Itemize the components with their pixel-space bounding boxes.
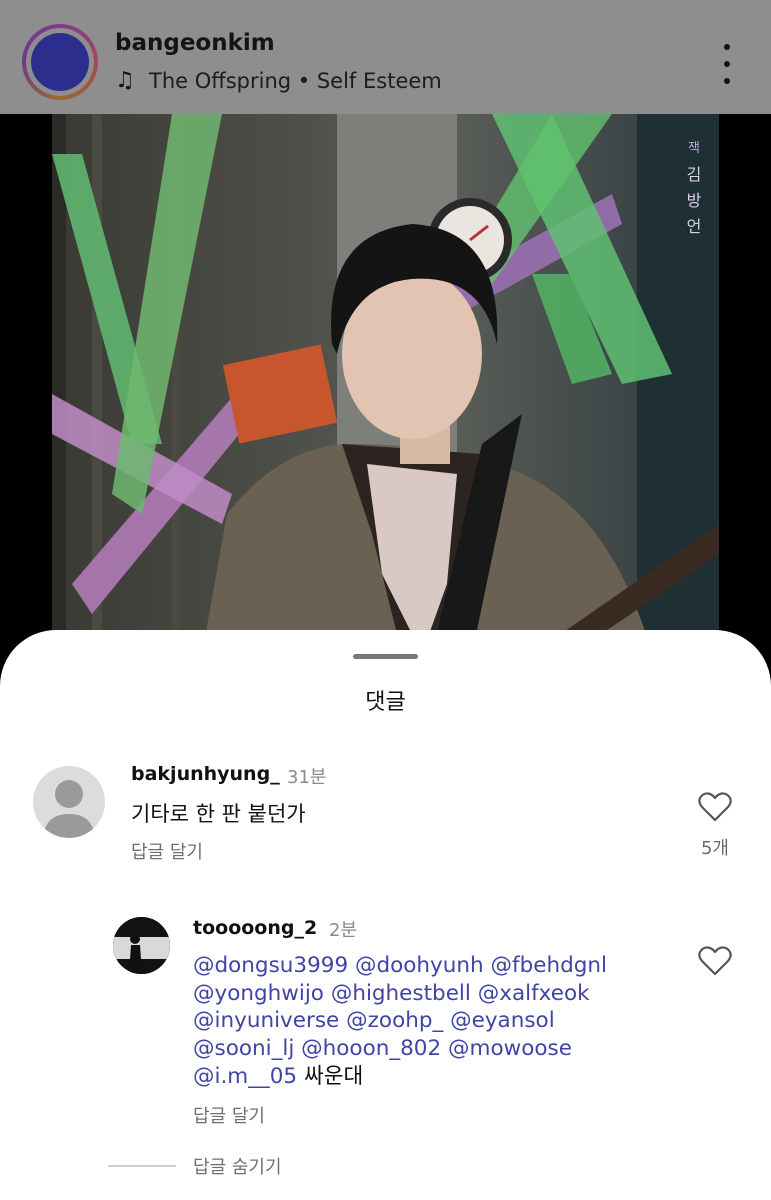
reply-line: @i.m__05 싸운대 (193, 1063, 673, 1091)
reply-line: @inyuniverse @zoohp_ @eyansol (193, 1007, 673, 1035)
poster-text: 잭 김 방 언 (686, 141, 702, 236)
heart-outline-icon[interactable] (698, 946, 732, 976)
heart-outline-icon[interactable] (698, 792, 732, 822)
reply-text: @dongsu3999 @doohyunh @fbehdgnl @yonghwi… (193, 952, 673, 1091)
like-count: 5개 (700, 838, 729, 859)
mention-link[interactable]: @fbehdgnl (491, 953, 607, 978)
mention-link[interactable]: @i.m__05 (193, 1064, 297, 1089)
hide-replies-button[interactable]: 답글 숨기기 (193, 1153, 282, 1179)
reply-line: @yonghwijo @highestbell @xalfxeok (193, 980, 673, 1008)
post-header: bangeonkim ♫ The Offspring • Self Esteem (0, 0, 771, 114)
mention-link[interactable]: @hooon_802 (301, 1036, 441, 1061)
mention-link[interactable]: @yonghwijo (193, 981, 324, 1006)
comment-time: 31분 (287, 767, 327, 788)
music-info[interactable]: ♫ The Offspring • Self Esteem (115, 68, 442, 93)
reply-tail-text: 싸운대 (303, 1063, 364, 1089)
profile-avatar[interactable] (22, 24, 98, 100)
post-photo: 잭 김 방 언 (52, 114, 719, 654)
mention-link[interactable]: @zoohp_ (346, 1008, 443, 1033)
comment-username[interactable]: bakjunhyung_ (131, 763, 280, 785)
more-vertical-icon[interactable] (716, 44, 738, 84)
comment-text: 기타로 한 판 붙던가 (131, 802, 306, 826)
mention-link[interactable]: @highestbell (331, 981, 471, 1006)
mention-link[interactable]: @dongsu3999 (193, 953, 348, 978)
reply-button[interactable]: 답글 달기 (131, 838, 203, 864)
sheet-title: 댓글 (365, 690, 406, 715)
reply-username[interactable]: tooooong_2 (193, 917, 317, 939)
mention-link[interactable]: @xalfxeok (478, 981, 590, 1006)
music-note-icon: ♫ (115, 68, 135, 93)
post-username[interactable]: bangeonkim (115, 30, 275, 56)
hide-replies-divider (108, 1165, 176, 1167)
reply-line: @dongsu3999 @doohyunh @fbehdgnl (193, 952, 673, 980)
reply-line: @sooni_lj @hooon_802 @mowoose (193, 1035, 673, 1063)
reply-button[interactable]: 답글 달기 (193, 1102, 265, 1128)
mention-link[interactable]: @doohyunh (355, 953, 484, 978)
mention-link[interactable]: @inyuniverse (193, 1008, 339, 1033)
sheet-drag-handle[interactable] (353, 654, 418, 659)
reply-avatar[interactable] (113, 917, 170, 974)
reply-time: 2분 (329, 920, 358, 941)
comment-avatar[interactable] (33, 766, 105, 838)
track-title: The Offspring • Self Esteem (149, 68, 442, 93)
mention-link[interactable]: @mowoose (448, 1036, 572, 1061)
mention-link[interactable]: @sooni_lj (193, 1036, 294, 1061)
comments-sheet: 댓글 bakjunhyung_ 31분 기타로 한 판 붙던가 답글 달기 5개… (0, 630, 771, 1200)
mention-link[interactable]: @eyansol (450, 1008, 555, 1033)
